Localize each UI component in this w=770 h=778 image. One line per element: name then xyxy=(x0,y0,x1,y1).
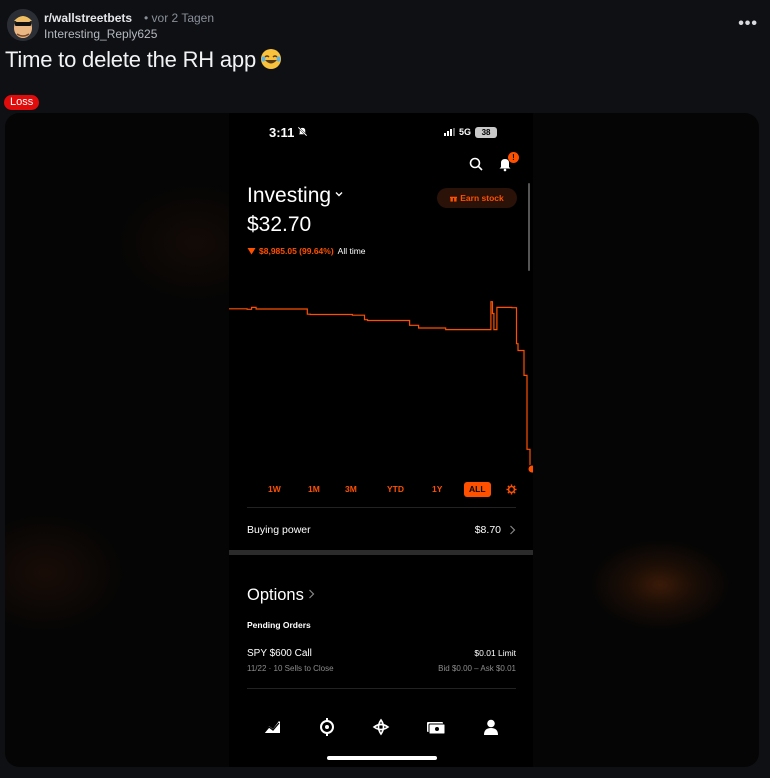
range-1y-button[interactable]: 1Y xyxy=(432,482,442,497)
options-title: Options xyxy=(247,586,304,604)
range-3m-button[interactable]: 3M xyxy=(345,482,357,497)
divider xyxy=(247,688,516,689)
post-header: r/wallstreetbets • vor 2 Tagen Interesti… xyxy=(7,9,763,45)
buying-power-label: Buying power xyxy=(247,524,311,536)
order-price: $0.01 Limit xyxy=(474,648,516,658)
account-title: Investing xyxy=(247,184,332,207)
notification-badge: ! xyxy=(508,152,519,163)
post-time: • vor 2 Tagen xyxy=(144,11,215,25)
chevron-right-icon xyxy=(510,525,516,535)
search-icon[interactable] xyxy=(469,157,483,171)
range-selector: 1W 1M 3M YTD 1Y ALL xyxy=(255,482,525,498)
buying-power-row[interactable]: Buying power $8.70 xyxy=(247,517,517,541)
options-section-header[interactable]: Options xyxy=(247,586,315,605)
network-label: 5G xyxy=(459,127,472,137)
post-flair[interactable]: Loss xyxy=(4,95,40,110)
bell-slash-icon xyxy=(297,126,308,137)
portfolio-change-value: $8,985.05 (99.64%) xyxy=(259,246,334,256)
laughing-tears-emoji-icon xyxy=(260,48,282,70)
order-detail: 11/22 · 10 Sells to Close xyxy=(247,664,334,673)
phone-screen: 3:11 5G 38 ! Investing Earn stock $32.70… xyxy=(229,113,533,767)
pending-order-row[interactable]: SPY $600 Call 11/22 · 10 Sells to Close … xyxy=(247,645,517,675)
signal-icon xyxy=(444,128,455,136)
chart-line-series xyxy=(229,301,531,471)
order-name: SPY $600 Call xyxy=(247,648,312,659)
crypto-tab-icon[interactable] xyxy=(317,717,337,737)
network-tab-icon[interactable] xyxy=(371,717,391,737)
account-tab-icon[interactable] xyxy=(481,717,501,737)
range-all-button[interactable]: ALL xyxy=(464,482,491,497)
status-time: 3:11 xyxy=(269,125,295,140)
chevron-right-icon xyxy=(308,589,315,599)
post-author[interactable]: Interesting_Reply625 xyxy=(44,27,157,41)
gift-icon xyxy=(450,194,458,202)
buying-power-value: $8.70 xyxy=(474,524,501,536)
section-divider xyxy=(229,550,533,555)
more-options-icon[interactable]: ••• xyxy=(738,15,758,33)
home-indicator[interactable] xyxy=(327,756,437,760)
pending-orders-label: Pending Orders xyxy=(247,620,311,630)
account-selector[interactable]: Investing xyxy=(247,184,344,208)
bottom-tab-bar xyxy=(229,717,533,741)
subreddit-avatar[interactable] xyxy=(7,9,39,41)
divider xyxy=(247,507,516,508)
portfolio-balance: $32.70 xyxy=(247,213,312,236)
chevron-down-icon xyxy=(335,192,343,197)
range-1m-button[interactable]: 1M xyxy=(308,482,320,497)
range-ytd-button[interactable]: YTD xyxy=(387,482,404,497)
portfolio-change: $8,985.05 (99.64%) All time xyxy=(247,246,366,256)
post-title[interactable]: Time to delete the RH app xyxy=(5,47,282,73)
range-1w-button[interactable]: 1W xyxy=(268,482,281,497)
cash-tab-icon[interactable] xyxy=(426,717,446,737)
investing-tab-icon[interactable] xyxy=(262,717,282,737)
battery-icon: 38 xyxy=(475,126,498,138)
down-arrow-icon xyxy=(247,248,256,255)
chart-end-marker xyxy=(527,464,533,474)
portfolio-chart[interactable] xyxy=(229,283,533,483)
order-bid-ask: Bid $0.00 – Ask $0.01 xyxy=(438,664,516,673)
earn-stock-button[interactable]: Earn stock xyxy=(437,188,517,208)
post-media[interactable]: 3:11 5G 38 ! Investing Earn stock $32.70… xyxy=(5,113,759,767)
subreddit-name[interactable]: r/wallstreetbets xyxy=(44,11,132,25)
settings-gear-icon[interactable] xyxy=(506,484,517,495)
earn-stock-label: Earn stock xyxy=(460,193,504,203)
status-indicators: 5G 38 xyxy=(444,126,498,138)
portfolio-change-period: All time xyxy=(337,246,366,256)
scrollbar[interactable] xyxy=(528,183,530,271)
post-title-text: Time to delete the RH app xyxy=(5,47,256,72)
